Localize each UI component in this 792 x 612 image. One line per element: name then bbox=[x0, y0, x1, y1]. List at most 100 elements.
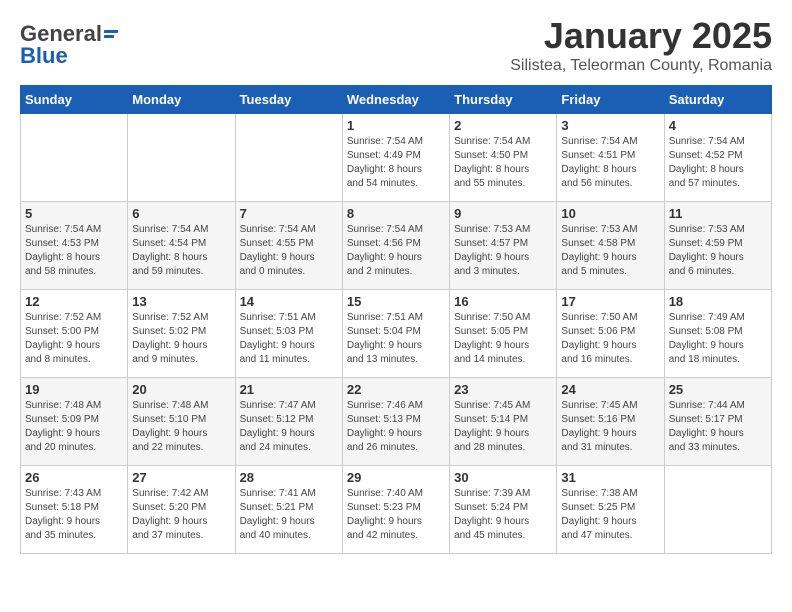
calendar-table: Sunday Monday Tuesday Wednesday Thursday… bbox=[20, 85, 772, 554]
day-number: 29 bbox=[347, 470, 445, 485]
day-number: 21 bbox=[240, 382, 338, 397]
calendar-wrapper: Sunday Monday Tuesday Wednesday Thursday… bbox=[0, 85, 792, 564]
table-row: 21 Sunrise: 7:47 AM Sunset: 5:12 PM Dayli… bbox=[235, 378, 342, 466]
cell-content: Sunrise: 7:53 AM Sunset: 4:57 PM Dayligh… bbox=[454, 223, 552, 279]
table-row: 1 Sunrise: 7:54 AM Sunset: 4:49 PM Daylig… bbox=[342, 114, 449, 202]
col-saturday: Saturday bbox=[664, 86, 771, 114]
location: Silistea, Teleorman County, Romania bbox=[510, 57, 772, 75]
day-number: 6 bbox=[132, 206, 230, 221]
table-row: 9Sunrise: 7:53 AM Sunset: 4:57 PM Daylig… bbox=[450, 202, 557, 290]
col-friday: Friday bbox=[557, 86, 664, 114]
cell-content: Sunrise: 7:42 AM Sunset: 5:20 PM Dayligh… bbox=[132, 487, 230, 543]
cell-content: Sunrise: 7:46 AM Sunset: 5:13 PM Dayligh… bbox=[347, 399, 445, 455]
col-sunday: Sunday bbox=[21, 86, 128, 114]
day-number: 27 bbox=[132, 470, 230, 485]
cell-content: Sunrise: 7:38 AM Sunset: 5:25 PM Dayligh… bbox=[561, 487, 659, 543]
col-wednesday: Wednesday bbox=[342, 86, 449, 114]
day-number: 28 bbox=[240, 470, 338, 485]
calendar-week-row: 12 Sunrise: 7:52 AM Sunset: 5:00 PM Dayli… bbox=[21, 290, 772, 378]
table-row: 20Sunrise: 7:48 AM Sunset: 5:10 PM Dayli… bbox=[128, 378, 235, 466]
day-number: 2 bbox=[454, 118, 552, 133]
cell-content: Sunrise: 7:45 AM Sunset: 5:14 PM Dayligh… bbox=[454, 399, 552, 455]
cell-content: Sunrise: 7:50 AM Sunset: 5:05 PM Dayligh… bbox=[454, 311, 552, 367]
col-thursday: Thursday bbox=[450, 86, 557, 114]
day-number: 7 bbox=[240, 206, 338, 221]
title-block: January 2025 Silistea, Teleorman County,… bbox=[510, 15, 772, 75]
table-row: 19 Sunrise: 7:48 AM Sunset: 5:09 PM Dayli… bbox=[21, 378, 128, 466]
cell-content: Sunrise: 7:48 AM Sunset: 5:09 PM Dayligh… bbox=[25, 399, 123, 455]
table-row: 25 Sunrise: 7:44 AM Sunset: 5:17 PM Dayli… bbox=[664, 378, 771, 466]
day-number: 4 bbox=[669, 118, 767, 133]
cell-content: Sunrise: 7:54 AM Sunset: 4:52 PM Dayligh… bbox=[669, 135, 767, 191]
table-row: 18 Sunrise: 7:49 AM Sunset: 5:08 PM Dayli… bbox=[664, 290, 771, 378]
cell-content: Sunrise: 7:54 AM Sunset: 4:54 PM Dayligh… bbox=[132, 223, 230, 279]
day-number: 26 bbox=[25, 470, 123, 485]
table-row: 26 Sunrise: 7:43 AM Sunset: 5:18 PM Dayli… bbox=[21, 466, 128, 554]
cell-content: Sunrise: 7:54 AM Sunset: 4:50 PM Dayligh… bbox=[454, 135, 552, 191]
cell-content: Sunrise: 7:45 AM Sunset: 5:16 PM Dayligh… bbox=[561, 399, 659, 455]
day-number: 1 bbox=[347, 118, 445, 133]
cell-content: Sunrise: 7:47 AM Sunset: 5:12 PM Dayligh… bbox=[240, 399, 338, 455]
day-number: 30 bbox=[454, 470, 552, 485]
table-row: 16 Sunrise: 7:50 AM Sunset: 5:05 PM Dayli… bbox=[450, 290, 557, 378]
day-number: 31 bbox=[561, 470, 659, 485]
cell-content: Sunrise: 7:43 AM Sunset: 5:18 PM Dayligh… bbox=[25, 487, 123, 543]
day-number: 10 bbox=[561, 206, 659, 221]
table-row bbox=[128, 114, 235, 202]
table-row: 13 Sunrise: 7:52 AM Sunset: 5:02 PM Dayli… bbox=[128, 290, 235, 378]
table-row: 4 Sunrise: 7:54 AM Sunset: 4:52 PM Daylig… bbox=[664, 114, 771, 202]
day-number: 23 bbox=[454, 382, 552, 397]
day-number: 11 bbox=[669, 206, 767, 221]
table-row bbox=[235, 114, 342, 202]
table-row: 30 Sunrise: 7:39 AM Sunset: 5:24 PM Dayli… bbox=[450, 466, 557, 554]
cell-content: Sunrise: 7:54 AM Sunset: 4:56 PM Dayligh… bbox=[347, 223, 445, 279]
cell-content: Sunrise: 7:39 AM Sunset: 5:24 PM Dayligh… bbox=[454, 487, 552, 543]
cell-content: Sunrise: 7:53 AM Sunset: 4:59 PM Dayligh… bbox=[669, 223, 767, 279]
cell-content: Sunrise: 7:51 AM Sunset: 5:04 PM Dayligh… bbox=[347, 311, 445, 367]
day-number: 8 bbox=[347, 206, 445, 221]
cell-content: Sunrise: 7:44 AM Sunset: 5:17 PM Dayligh… bbox=[669, 399, 767, 455]
table-row: 28 Sunrise: 7:41 AM Sunset: 5:21 PM Dayli… bbox=[235, 466, 342, 554]
table-row: 17 Sunrise: 7:50 AM Sunset: 5:06 PM Dayli… bbox=[557, 290, 664, 378]
table-row: 23 Sunrise: 7:45 AM Sunset: 5:14 PM Dayli… bbox=[450, 378, 557, 466]
cell-content: Sunrise: 7:51 AM Sunset: 5:03 PM Dayligh… bbox=[240, 311, 338, 367]
cell-content: Sunrise: 7:50 AM Sunset: 5:06 PM Dayligh… bbox=[561, 311, 659, 367]
cell-content: Sunrise: 7:54 AM Sunset: 4:49 PM Dayligh… bbox=[347, 135, 445, 191]
table-row: 5Sunrise: 7:54 AM Sunset: 4:53 PM Daylig… bbox=[21, 202, 128, 290]
cell-content: Sunrise: 7:53 AM Sunset: 4:58 PM Dayligh… bbox=[561, 223, 659, 279]
table-row: 2 Sunrise: 7:54 AM Sunset: 4:50 PM Daylig… bbox=[450, 114, 557, 202]
calendar-week-row: 19 Sunrise: 7:48 AM Sunset: 5:09 PM Dayli… bbox=[21, 378, 772, 466]
cell-content: Sunrise: 7:52 AM Sunset: 5:02 PM Dayligh… bbox=[132, 311, 230, 367]
day-number: 15 bbox=[347, 294, 445, 309]
table-row: 3Sunrise: 7:54 AM Sunset: 4:51 PM Daylig… bbox=[557, 114, 664, 202]
header: General Blue January 2025 Silistea, Tele… bbox=[0, 0, 792, 85]
cell-content: Sunrise: 7:54 AM Sunset: 4:51 PM Dayligh… bbox=[561, 135, 659, 191]
day-number: 22 bbox=[347, 382, 445, 397]
cell-content: Sunrise: 7:40 AM Sunset: 5:23 PM Dayligh… bbox=[347, 487, 445, 543]
table-row: 12 Sunrise: 7:52 AM Sunset: 5:00 PM Dayli… bbox=[21, 290, 128, 378]
cell-content: Sunrise: 7:41 AM Sunset: 5:21 PM Dayligh… bbox=[240, 487, 338, 543]
day-number: 17 bbox=[561, 294, 659, 309]
day-number: 13 bbox=[132, 294, 230, 309]
month-title: January 2025 bbox=[510, 15, 772, 57]
table-row: 7Sunrise: 7:54 AM Sunset: 4:55 PM Daylig… bbox=[235, 202, 342, 290]
cell-content: Sunrise: 7:52 AM Sunset: 5:00 PM Dayligh… bbox=[25, 311, 123, 367]
table-row: 22 Sunrise: 7:46 AM Sunset: 5:13 PM Dayli… bbox=[342, 378, 449, 466]
day-number: 19 bbox=[25, 382, 123, 397]
cell-content: Sunrise: 7:54 AM Sunset: 4:53 PM Dayligh… bbox=[25, 223, 123, 279]
table-row: 10 Sunrise: 7:53 AM Sunset: 4:58 PM Dayli… bbox=[557, 202, 664, 290]
table-row: 24Sunrise: 7:45 AM Sunset: 5:16 PM Dayli… bbox=[557, 378, 664, 466]
day-number: 14 bbox=[240, 294, 338, 309]
calendar-week-row: 1 Sunrise: 7:54 AM Sunset: 4:49 PM Daylig… bbox=[21, 114, 772, 202]
table-row: 11 Sunrise: 7:53 AM Sunset: 4:59 PM Dayli… bbox=[664, 202, 771, 290]
table-row: 8 Sunrise: 7:54 AM Sunset: 4:56 PM Daylig… bbox=[342, 202, 449, 290]
day-number: 18 bbox=[669, 294, 767, 309]
cell-content: Sunrise: 7:48 AM Sunset: 5:10 PM Dayligh… bbox=[132, 399, 230, 455]
table-row: 15 Sunrise: 7:51 AM Sunset: 5:04 PM Dayli… bbox=[342, 290, 449, 378]
day-number: 25 bbox=[669, 382, 767, 397]
cell-content: Sunrise: 7:49 AM Sunset: 5:08 PM Dayligh… bbox=[669, 311, 767, 367]
day-number: 12 bbox=[25, 294, 123, 309]
col-monday: Monday bbox=[128, 86, 235, 114]
col-tuesday: Tuesday bbox=[235, 86, 342, 114]
day-number: 16 bbox=[454, 294, 552, 309]
